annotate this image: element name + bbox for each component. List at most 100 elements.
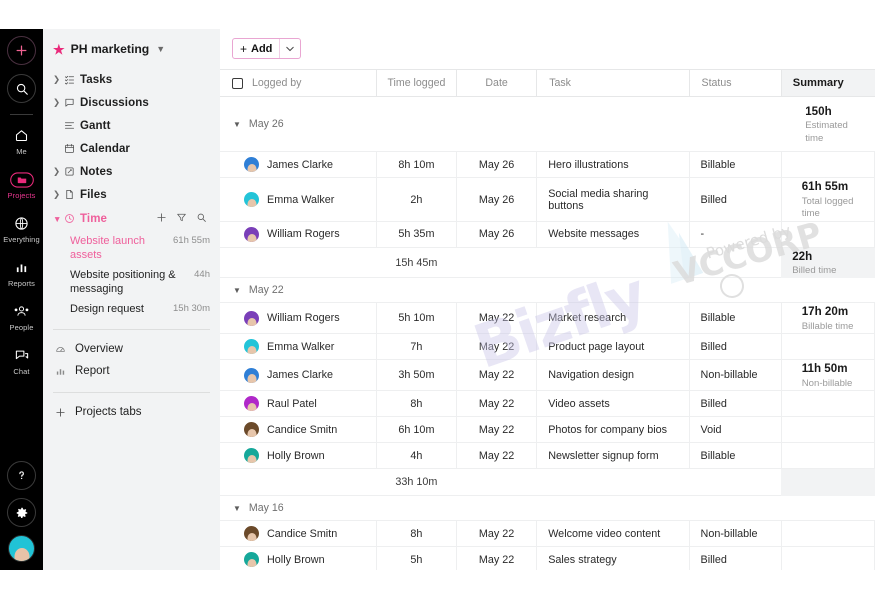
cell-status: Billable <box>689 302 782 335</box>
calendar-icon <box>64 143 80 154</box>
cell-task: Newsletter signup form <box>536 442 690 470</box>
summary-cell: 17h 20m Billable time <box>781 302 875 335</box>
cell-time-logged: 8h 10m <box>376 151 458 179</box>
sidebar-item-gantt[interactable]: Gantt <box>43 114 220 137</box>
group-total-value: 33h 10m <box>376 468 457 497</box>
summary-value: 17h 20m <box>801 305 849 319</box>
table-row[interactable]: Emma Walker 2h May 26 Social media shari… <box>220 177 875 222</box>
sidebar-item-report[interactable]: Report <box>43 360 220 382</box>
rail-item-projects[interactable]: Projects <box>0 170 43 200</box>
sidebar-item-files[interactable]: ❯ Files <box>43 183 220 206</box>
table-row[interactable]: James Clarke 3h 50m May 22 Navigation de… <box>220 359 875 392</box>
rail-item-people[interactable]: People <box>0 302 43 332</box>
select-all-checkbox[interactable] <box>232 77 243 89</box>
table-row[interactable]: Holly Brown 5h May 22 Sales strategy Bil… <box>220 546 875 570</box>
rail-item-reports[interactable]: Reports <box>0 258 43 288</box>
table-row[interactable]: James Clarke 8h 10m May 26 Hero illustra… <box>220 151 875 179</box>
table-row[interactable]: Holly Brown 4h May 22 Newsletter signup … <box>220 442 875 470</box>
time-task-duration: 15h 30m <box>173 303 210 315</box>
add-global-button[interactable] <box>7 36 36 65</box>
cell-time-logged: 5h 35m <box>376 221 458 248</box>
rail-item-chat[interactable]: Chat <box>0 346 43 376</box>
projects-tabs-button[interactable]: Projects tabs <box>43 401 220 423</box>
search-global-button[interactable] <box>7 74 36 103</box>
chevron-down-icon[interactable]: ▼ <box>233 120 241 129</box>
chevron-right-icon[interactable]: ❯ <box>53 74 64 85</box>
avatar <box>244 422 259 438</box>
add-button[interactable]: + Add <box>233 39 279 58</box>
rail-item-everything[interactable]: Everything <box>0 214 43 244</box>
settings-button[interactable] <box>7 498 36 527</box>
group-header-row[interactable]: ▼ May 16 <box>220 495 875 522</box>
avatar <box>244 339 259 355</box>
time-task-item[interactable]: Design request 15h 30m <box>43 299 220 319</box>
cell-task: Video assets <box>536 390 690 418</box>
group-header-cell[interactable]: ▼ May 22 <box>220 277 782 304</box>
sidebar-item-notes[interactable]: ❯ Notes <box>43 160 220 183</box>
cell-logged-by: James Clarke <box>220 151 377 179</box>
column-header-logged-by[interactable]: Logged by <box>220 69 377 97</box>
chevron-down-icon[interactable]: ▼ <box>156 44 165 54</box>
chevron-down-icon[interactable]: ▼ <box>233 504 241 513</box>
avatar[interactable] <box>8 535 35 562</box>
sidebar-item-tasks[interactable]: ❯ Tasks <box>43 68 220 91</box>
sidebar-item-time[interactable]: ▼ Time <box>43 206 220 231</box>
rail-label-chat: Chat <box>13 367 30 376</box>
help-button[interactable] <box>7 461 36 490</box>
checklist-icon <box>64 74 80 85</box>
cell-status: Billed <box>689 177 782 222</box>
cell-time-logged: 3h 50m <box>376 359 458 392</box>
column-header-status[interactable]: Status <box>689 69 782 97</box>
chevron-down-icon[interactable]: ▼ <box>233 286 241 295</box>
column-header-time-logged[interactable]: Time logged <box>376 69 458 97</box>
cell-status: Billed <box>689 390 782 418</box>
toolbar: + Add <box>220 29 875 69</box>
filter-icon[interactable] <box>176 212 187 226</box>
time-actions <box>156 212 210 226</box>
sidebar-item-overview[interactable]: Overview <box>43 338 220 360</box>
group-header-cell[interactable]: ▼ May 16 <box>220 495 782 522</box>
add-button-group[interactable]: + Add <box>232 38 302 59</box>
time-task-item[interactable]: Website positioning & messaging 44h <box>43 265 220 299</box>
table-row[interactable]: Raul Patel 8h May 22 Video assets Billed <box>220 390 875 418</box>
table-row[interactable]: Emma Walker 7h May 22 Product page layou… <box>220 333 875 361</box>
column-header-task[interactable]: Task <box>536 69 690 97</box>
table-row[interactable]: Candice Smitn 8h May 22 Welcome video co… <box>220 520 875 548</box>
sidebar-item-discussions[interactable]: ❯ Discussions <box>43 91 220 114</box>
column-header-date[interactable]: Date <box>456 69 538 97</box>
bar-chart-icon <box>14 258 29 277</box>
cell-logged-by: William Rogers <box>220 302 377 335</box>
time-task-item[interactable]: Website launch assets 61h 55m <box>43 231 220 265</box>
user-name: William Rogers <box>267 228 340 241</box>
table-row[interactable]: William Rogers 5h 10m May 22 Market rese… <box>220 302 875 335</box>
group-header-row[interactable]: ▼ May 26 150h Estimated time <box>220 96 875 153</box>
search-icon[interactable] <box>196 212 207 226</box>
time-log-table: Logged by Time logged Date Task Status S… <box>220 69 875 570</box>
chevron-down-icon[interactable]: ▼ <box>53 214 64 224</box>
add-dropdown-toggle[interactable] <box>280 39 300 58</box>
summary-cell: 61h 55m Total logged time <box>781 177 875 222</box>
chevron-right-icon[interactable]: ❯ <box>53 189 64 200</box>
cell-task: Website messages <box>536 221 690 248</box>
chevron-right-icon[interactable]: ❯ <box>53 97 64 108</box>
divider <box>53 392 210 394</box>
user-name: Holly Brown <box>267 449 325 462</box>
sidebar-item-calendar[interactable]: Calendar <box>43 137 220 160</box>
cell-logged-by: Holly Brown <box>220 442 377 470</box>
summary-cell <box>781 151 875 179</box>
cell-date: May 22 <box>456 390 538 418</box>
chevron-right-icon[interactable]: ❯ <box>53 166 64 177</box>
summary-cell <box>781 546 875 570</box>
add-time-icon[interactable] <box>156 212 167 226</box>
table-row[interactable]: William Rogers 5h 35m May 26 Website mes… <box>220 221 875 248</box>
table-row[interactable]: Candice Smitn 6h 10m May 22 Photos for c… <box>220 416 875 444</box>
note-icon <box>64 166 80 177</box>
rail-item-me[interactable]: Me <box>0 126 43 156</box>
project-title-row[interactable]: ★ PH marketing ▼ <box>43 29 220 68</box>
search-icon <box>16 83 28 95</box>
group-header-row[interactable]: ▼ May 22 <box>220 277 875 304</box>
star-icon[interactable]: ★ <box>53 43 65 56</box>
cell-time-logged: 8h <box>376 520 458 548</box>
global-nav-rail: Me Projects Everything Reports People Ch… <box>0 29 43 570</box>
group-header-cell[interactable]: ▼ May 26 <box>220 96 782 153</box>
